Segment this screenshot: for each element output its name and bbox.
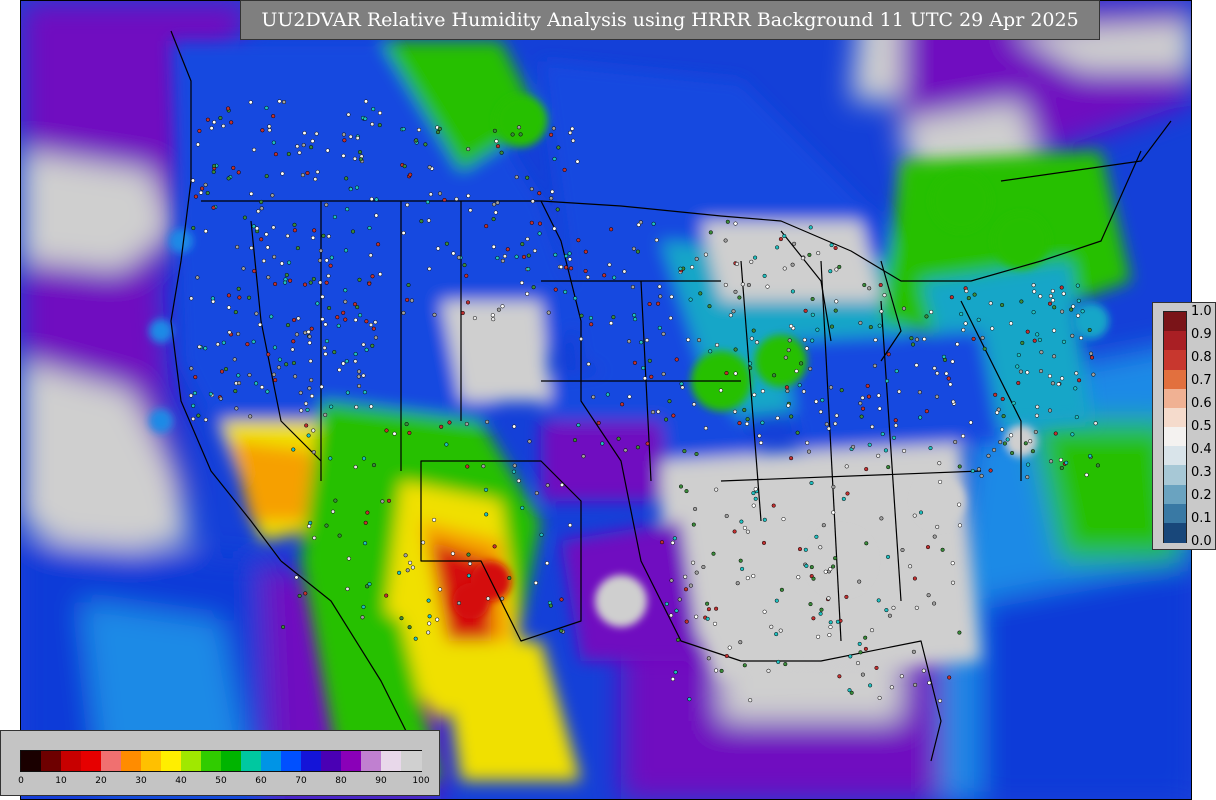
rh-colorbar-segment xyxy=(221,751,242,771)
weight-colorbar-segment xyxy=(1164,446,1186,466)
weight-colorbar-segment xyxy=(1164,388,1186,409)
rh-colorbar-tick-label: 40 xyxy=(175,776,187,786)
weight-colorbar-tick-label: 0.4 xyxy=(1191,442,1212,457)
rh-colorbar-segment xyxy=(161,751,182,771)
rh-colorbar-segment xyxy=(181,751,202,771)
rh-colorbar-segment xyxy=(301,751,322,771)
rh-colorbar-legend: 0 10 20 30 40 50 60 70 80 90 100 xyxy=(0,730,440,796)
rh-colorbar-tick-label: 20 xyxy=(95,776,107,786)
rh-colorbar-segment xyxy=(121,751,142,771)
weight-colorbar-tick-label: 0.9 xyxy=(1191,327,1212,342)
rh-colorbar-tick-label: 60 xyxy=(255,776,267,786)
rh-field-svg xyxy=(21,1,1191,799)
weight-colorbar-legend: 1.0 0.9 0.8 0.7 0.6 0.5 0.4 0.3 0.2 0.1 0.0 xyxy=(1152,302,1216,550)
weight-colorbar-tick-label: 0.0 xyxy=(1191,534,1212,549)
rh-colorbar-tick-label: 50 xyxy=(215,776,227,786)
rh-colorbar xyxy=(20,750,422,772)
rh-colorbar-segment xyxy=(141,751,162,771)
rh-colorbar-segment xyxy=(381,751,402,771)
rh-colorbar-segment xyxy=(261,751,282,771)
rh-colorbar-segment xyxy=(241,751,262,771)
weight-colorbar-segment xyxy=(1164,465,1186,486)
rh-colorbar-tick-label: 0 xyxy=(18,776,24,786)
rh-colorbar-tick-label: 80 xyxy=(335,776,347,786)
rh-colorbar-segment xyxy=(81,751,102,771)
weight-colorbar-segment xyxy=(1164,312,1186,332)
rh-colorbar-tick-label: 90 xyxy=(375,776,387,786)
weight-colorbar-segment xyxy=(1164,522,1186,543)
weight-colorbar-segment xyxy=(1164,484,1186,505)
weight-colorbar-tick-label: 0.6 xyxy=(1191,396,1212,411)
rh-colorbar-segment xyxy=(21,751,42,771)
weight-colorbar xyxy=(1163,311,1187,543)
weight-colorbar-tick-label: 0.3 xyxy=(1191,465,1212,480)
rh-colorbar-segment xyxy=(281,751,302,771)
rh-colorbar-tick-label: 70 xyxy=(295,776,307,786)
rh-colorbar-segment xyxy=(401,751,422,771)
rh-colorbar-tick-label: 30 xyxy=(135,776,147,786)
weight-colorbar-segment xyxy=(1164,407,1186,428)
weight-colorbar-segment xyxy=(1164,369,1186,390)
weight-colorbar-tick-label: 1.0 xyxy=(1191,304,1212,319)
rh-colorbar-segment xyxy=(101,751,122,771)
weight-colorbar-segment xyxy=(1164,331,1186,351)
rh-analysis-map xyxy=(20,0,1192,800)
rh-colorbar-segment xyxy=(361,751,382,771)
rh-colorbar-segment xyxy=(321,751,342,771)
weight-colorbar-tick-label: 0.8 xyxy=(1191,350,1212,365)
weight-colorbar-segment xyxy=(1164,427,1186,447)
weight-colorbar-tick-label: 0.5 xyxy=(1191,419,1212,434)
weight-colorbar-tick-label: 0.1 xyxy=(1191,511,1212,526)
rh-colorbar-tick-label: 100 xyxy=(412,776,430,786)
weight-colorbar-segment xyxy=(1164,350,1186,371)
rh-colorbar-tick-label: 10 xyxy=(55,776,67,786)
rh-colorbar-segment xyxy=(61,751,82,771)
weight-colorbar-tick-label: 0.2 xyxy=(1191,488,1212,503)
rh-colorbar-segment xyxy=(41,751,62,771)
map-title: UU2DVAR Relative Humidity Analysis using… xyxy=(240,0,1100,40)
rh-colorbar-segment xyxy=(201,751,222,771)
weight-colorbar-segment xyxy=(1164,503,1186,524)
weight-colorbar-tick-label: 0.7 xyxy=(1191,373,1212,388)
rh-colorbar-segment xyxy=(341,751,362,771)
